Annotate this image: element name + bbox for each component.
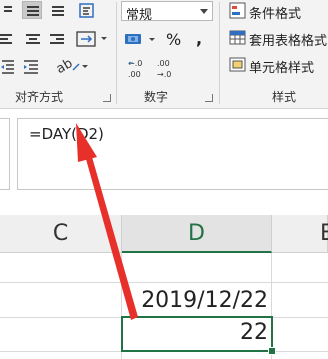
annotation-arrow	[76, 123, 138, 320]
